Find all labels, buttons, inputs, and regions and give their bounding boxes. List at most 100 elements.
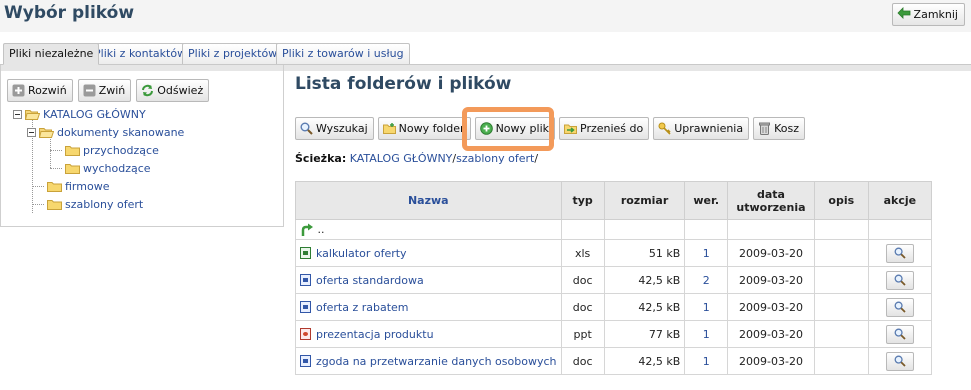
folder-icon [65, 145, 80, 156]
file-description [813, 239, 869, 267]
collapse-toggle-icon[interactable] [13, 110, 22, 119]
column-header-actions: akcje [867, 181, 933, 220]
refresh-button[interactable]: Odśwież [136, 79, 210, 102]
word-file-icon [300, 274, 311, 286]
table-header-row: Nazwa typ rozmiar wer. data utworzenia o… [295, 181, 933, 220]
file-size: 77 kB [603, 320, 686, 348]
word-file-icon [300, 301, 311, 313]
file-version-link[interactable]: 2 [703, 274, 710, 287]
tab-product-files[interactable]: Pliki z towarów i usług [276, 43, 410, 65]
preview-button[interactable] [885, 351, 914, 371]
table-cell [813, 219, 869, 240]
search-button-label: Wyszukaj [316, 122, 368, 135]
column-header-version: wer. [684, 181, 729, 220]
search-button[interactable]: Wyszukaj [295, 117, 374, 140]
tree-node-outgoing[interactable]: wychodzące [65, 162, 151, 175]
collapse-button[interactable]: Zwiń [77, 79, 132, 102]
column-header-date: data utworzenia [727, 181, 815, 220]
page-title: Wybór plików [4, 3, 135, 23]
preview-button[interactable] [885, 297, 914, 317]
file-date: 2009-03-20 [727, 266, 815, 294]
file-version-link[interactable]: 1 [703, 247, 710, 260]
tree-node-incoming[interactable]: przychodzące [65, 144, 159, 157]
tab-contact-files[interactable]: Pliki z kontaktów [88, 43, 193, 65]
breadcrumb-separator: / [534, 152, 539, 165]
close-button-label: Zamknij [913, 8, 958, 21]
magnifier-icon [894, 355, 906, 367]
tab-independent-files[interactable]: Pliki niezależne [3, 43, 100, 65]
new-file-label: Nowy plik [495, 122, 549, 135]
tab-project-files[interactable]: Pliki z projektów [182, 43, 284, 65]
file-type: doc [560, 347, 605, 375]
tree-node-label: KATALOG GŁÓWNY [43, 108, 146, 121]
file-version-link[interactable]: 1 [703, 328, 710, 341]
new-folder-label: Nowy folder [398, 122, 465, 135]
permissions-label: Uprawnienia [674, 122, 744, 135]
expand-button[interactable]: Rozwiń [7, 79, 73, 102]
move-to-label: Przenieś do [580, 122, 644, 135]
file-name-link[interactable]: oferta z rabatem [316, 301, 409, 314]
column-header-size: rozmiar [603, 181, 686, 220]
table-cell [603, 219, 686, 240]
collapse-toggle-icon[interactable] [27, 128, 36, 137]
file-name-link[interactable]: zgoda na przetwarzanie danych osobowych [316, 355, 557, 368]
file-name-link[interactable]: oferta standardowa [316, 274, 424, 287]
file-name-link[interactable]: kalkulator oferty [316, 247, 407, 260]
new-file-button[interactable]: Nowy plik [474, 117, 555, 140]
folder-icon [47, 199, 62, 210]
file-name-link[interactable]: prezentacja produktu [316, 328, 434, 341]
tree-line [50, 136, 51, 168]
add-icon [479, 122, 493, 135]
table-row: kalkulator oferty xls 51 kB 1 2009-03-20 [295, 239, 933, 267]
file-description [813, 320, 869, 348]
magnifier-icon [894, 328, 906, 340]
column-header-name[interactable]: Nazwa [295, 181, 562, 220]
breadcrumb-root-link[interactable]: KATALOG GŁÓWNY [350, 152, 453, 165]
title-bar: Wybór plików Zamknij [0, 0, 971, 32]
permissions-button[interactable]: Uprawnienia [653, 117, 750, 140]
tree-node-company[interactable]: firmowe [47, 180, 109, 193]
new-folder-button[interactable]: Nowy folder [377, 117, 471, 140]
trash-icon [758, 122, 771, 135]
table-row: oferta z rabatem doc 42,5 kB 1 2009-03-2… [295, 293, 933, 321]
parent-folder-label: .. [317, 222, 325, 236]
move-folder-icon [564, 122, 577, 135]
source-tabs: Pliki niezależne Pliki z kontaktów Pliki… [0, 43, 971, 65]
parent-folder-cell[interactable]: .. [295, 219, 562, 240]
close-button[interactable]: Zamknij [891, 3, 965, 26]
folder-tree-panel: Rozwiń Zwiń Odśwież KATALOG GŁÓWNY dokum… [0, 65, 284, 227]
breadcrumb-folder-link[interactable]: szablony ofert [456, 152, 534, 165]
table-cell [560, 219, 605, 240]
folder-open-icon [24, 109, 41, 120]
trash-label: Kosz [774, 122, 800, 135]
file-version-link[interactable]: 1 [703, 301, 710, 314]
file-type: ppt [560, 320, 605, 348]
tree-node-label: szablony ofert [65, 198, 144, 211]
preview-button[interactable] [885, 270, 914, 290]
move-to-button[interactable]: Przenieś do [559, 117, 650, 140]
panel-strip [1, 65, 283, 71]
parent-folder-row[interactable]: .. [295, 219, 933, 240]
trash-button[interactable]: Kosz [753, 117, 806, 140]
breadcrumb-label: Ścieżka: [295, 152, 347, 165]
tree-node-root[interactable]: KATALOG GŁÓWNY [13, 108, 146, 121]
panel-strip [284, 65, 971, 71]
tree-line [50, 150, 62, 151]
tree-node-scanned-docs[interactable]: dokumenty skanowane [27, 126, 184, 139]
magnifier-icon [894, 247, 906, 259]
tree-node-offer-templates[interactable]: szablony ofert [47, 198, 143, 211]
preview-button[interactable] [885, 243, 914, 263]
minus-icon [83, 84, 96, 97]
collapse-label: Zwiń [98, 84, 126, 97]
file-version-link[interactable]: 1 [703, 355, 710, 368]
table-cell [867, 219, 933, 240]
file-date: 2009-03-20 [727, 293, 815, 321]
expand-label: Rozwiń [28, 84, 67, 97]
file-size: 42,5 kB [603, 293, 686, 321]
file-size: 42,5 kB [603, 266, 686, 294]
breadcrumb: Ścieżka: KATALOG GŁÓWNY/szablony ofert/ [295, 152, 538, 165]
refresh-icon [141, 84, 154, 97]
preview-button[interactable] [885, 324, 914, 344]
magnifier-icon [894, 274, 906, 286]
up-arrow-icon[interactable] [300, 223, 318, 236]
